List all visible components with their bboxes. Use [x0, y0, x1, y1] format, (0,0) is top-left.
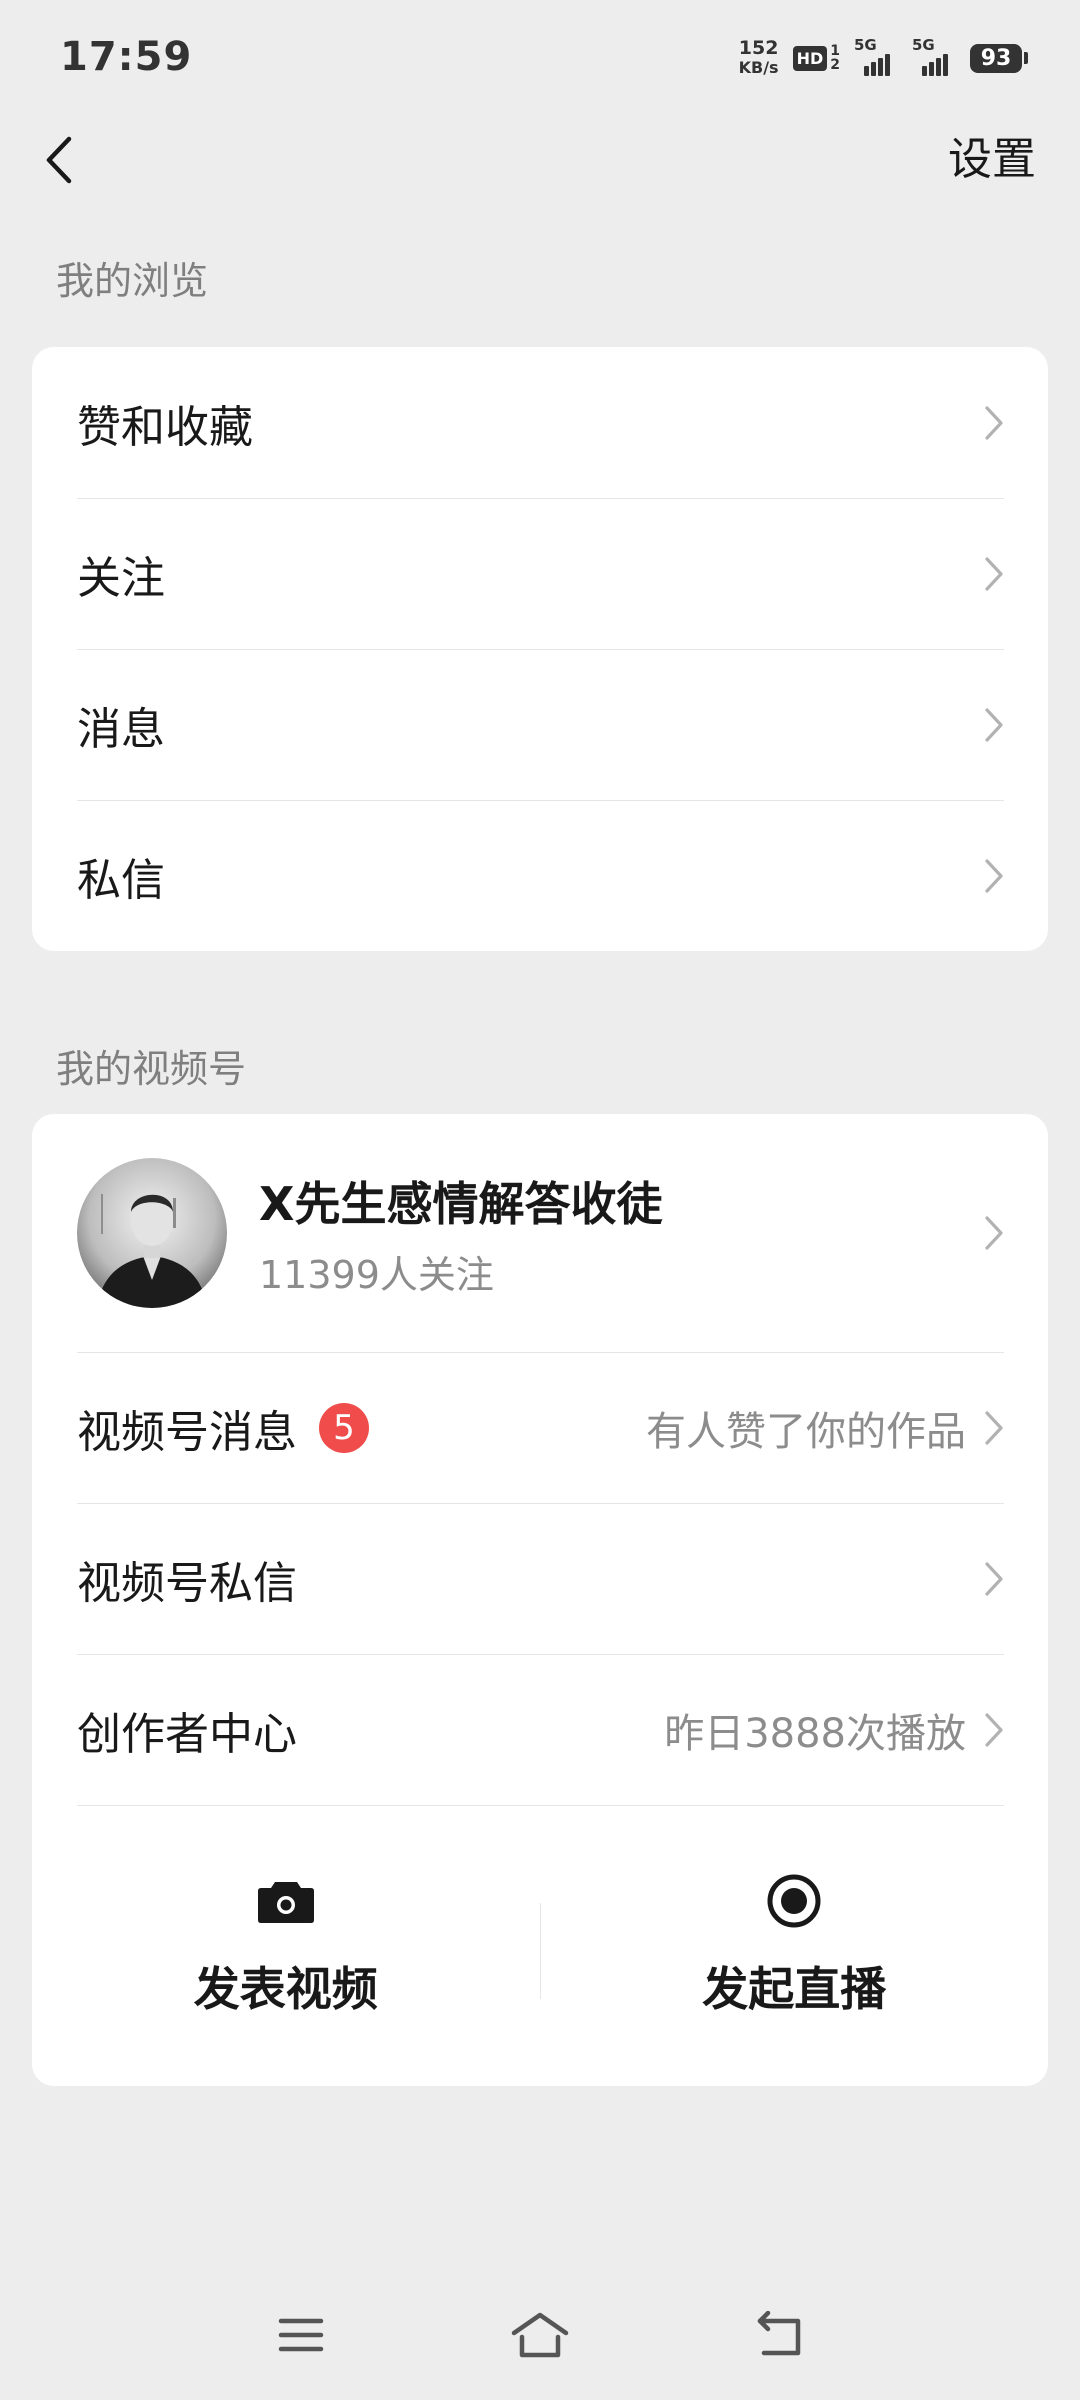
back-system-button[interactable]: [747, 2302, 813, 2368]
start-live-label: 发起直播: [702, 1962, 887, 2016]
chevron-right-icon: [980, 1213, 1008, 1253]
system-nav-bar: [0, 2290, 1080, 2380]
publish-video-button[interactable]: 发表视频: [32, 1805, 540, 2085]
recent-apps-button[interactable]: [268, 2302, 334, 2368]
list-item-label: 关注: [77, 552, 165, 604]
sim2-network-label: 5G: [912, 36, 935, 54]
chevron-right-icon: [980, 554, 1008, 594]
list-item-label: 消息: [77, 703, 165, 755]
hd-label: HD: [792, 45, 828, 71]
channel-followers: 11399人关注: [259, 1252, 494, 1297]
hd-sub-top: 1: [830, 43, 840, 59]
status-time: 17:59: [60, 34, 193, 80]
publish-video-label: 发表视频: [193, 1962, 378, 2016]
signal-sim2-icon: 5G: [912, 36, 956, 76]
live-record-icon: [764, 1871, 824, 1931]
start-live-button[interactable]: 发起直播: [541, 1805, 1049, 2085]
battery-level: 93: [970, 43, 1022, 73]
camera-icon: [256, 1871, 316, 1931]
settings-button[interactable]: 设置: [948, 130, 1036, 190]
list-item-channel-messages[interactable]: 视频号消息 5 有人赞了你的作品: [32, 1352, 1048, 1503]
home-icon: [511, 2312, 569, 2358]
list-item-label: 赞和收藏: [77, 401, 253, 453]
browse-section-title: 我的浏览: [56, 259, 209, 303]
channels-card: X先生感情解答收徒 11399人关注 视频号消息 5 有人赞了你的作品 视频号私…: [32, 1114, 1048, 2086]
chevron-right-icon: [980, 1559, 1008, 1599]
list-item-follows[interactable]: 关注: [32, 498, 1048, 649]
chevron-right-icon: [980, 1408, 1008, 1448]
sim1-network-label: 5G: [854, 36, 877, 54]
channel-profile-row[interactable]: X先生感情解答收徒 11399人关注: [32, 1114, 1048, 1352]
channel-actions: 发表视频 发起直播: [32, 1805, 1048, 2085]
chevron-right-icon: [980, 856, 1008, 896]
back-button[interactable]: [30, 130, 90, 190]
browse-card: 赞和收藏 关注 消息 私信: [32, 347, 1048, 951]
network-speed-value: 152: [738, 37, 779, 59]
return-icon: [757, 2311, 801, 2356]
status-icons: 152 KB/s HD 1 2 5G 5G 93: [739, 36, 1028, 80]
top-nav: 设置: [0, 120, 1080, 200]
list-item-creator-center[interactable]: 创作者中心 昨日3888次播放: [32, 1654, 1048, 1805]
signal-sim1-icon: 5G: [854, 36, 898, 76]
list-item-label: 视频号私信: [77, 1557, 297, 1609]
network-speed-unit: KB/s: [738, 58, 779, 77]
back-arrow-icon: [46, 136, 72, 184]
channel-messages-summary: 有人赞了你的作品: [646, 1408, 966, 1455]
list-item-label: 创作者中心: [77, 1708, 297, 1760]
status-bar: 17:59 152 KB/s HD 1 2 5G 5G 93: [0, 0, 1080, 120]
list-item-label: 私信: [77, 854, 165, 906]
network-speed: 152 KB/s: [739, 38, 779, 78]
list-item-private-messages[interactable]: 私信: [32, 800, 1048, 951]
hd-sub-bottom: 2: [830, 57, 840, 73]
chevron-right-icon: [980, 403, 1008, 443]
list-item-channel-private-messages[interactable]: 视频号私信: [32, 1503, 1048, 1654]
list-item-likes-favorites[interactable]: 赞和收藏: [32, 347, 1048, 498]
unread-count-badge: 5: [319, 1402, 369, 1453]
chevron-right-icon: [980, 705, 1008, 745]
home-button[interactable]: [507, 2302, 573, 2368]
menu-icon: [278, 2318, 324, 2352]
chevron-right-icon: [980, 1710, 1008, 1750]
list-item-label: 视频号消息: [77, 1406, 297, 1458]
avatar: [77, 1158, 227, 1308]
hd-voice-icon: HD 1 2: [792, 43, 840, 73]
channels-section-title: 我的视频号: [56, 1047, 247, 1091]
channel-name: X先生感情解答收徒: [259, 1176, 663, 1231]
battery-icon: 93: [970, 43, 1028, 73]
list-item-messages[interactable]: 消息: [32, 649, 1048, 800]
creator-center-summary: 昨日3888次播放: [664, 1710, 966, 1757]
